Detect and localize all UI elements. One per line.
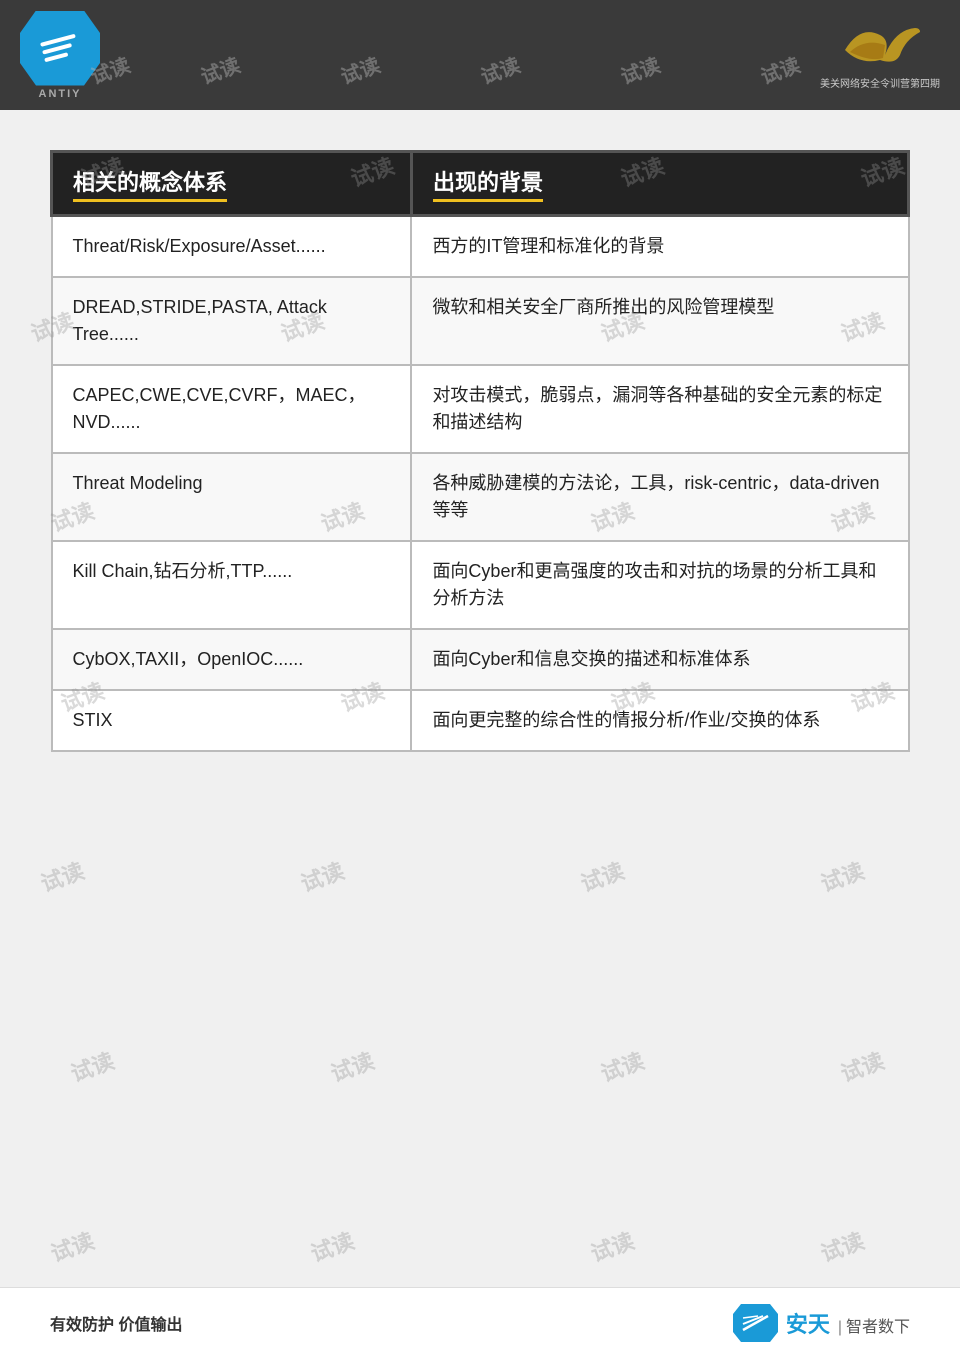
wm-b18: 试读 — [296, 853, 348, 898]
header-logo: ANTIY — [20, 11, 100, 100]
wm-b21: 试读 — [66, 1043, 118, 1088]
wm-b17: 试读 — [36, 853, 88, 898]
footer-right: 安天 | 智者数下 — [733, 1304, 910, 1342]
table-cell-left: DREAD,STRIDE,PASTA, Attack Tree...... — [52, 277, 412, 365]
table-cell-left: Kill Chain,钻石分析,TTP...... — [52, 541, 412, 629]
table-row: Threat/Risk/Exposure/Asset...... 西方的IT管理… — [52, 216, 909, 278]
wm-b22: 试读 — [326, 1043, 378, 1088]
footer-slogan: 智者数下 — [846, 1313, 910, 1337]
wm-b27: 试读 — [586, 1223, 638, 1268]
wm-b23: 试读 — [596, 1043, 648, 1088]
table-row: STIX 面向更完整的综合性的情报分析/作业/交换的体系 — [52, 690, 909, 751]
footer-logo-icon — [733, 1304, 778, 1342]
logo-label: ANTIY — [39, 88, 82, 100]
col-header-left: 相关的概念体系 — [52, 152, 412, 216]
table-cell-left: STIX — [52, 690, 412, 751]
wm-b25: 试读 — [46, 1223, 98, 1268]
col-header-right-text: 出现的背景 — [433, 165, 543, 202]
table-cell-right: 西方的IT管理和标准化的背景 — [411, 216, 908, 278]
header-brand-icon — [835, 20, 925, 75]
table-cell-right: 各种威胁建模的方法论，工具，risk-centric，data-driven等等 — [411, 453, 908, 541]
table-cell-right: 面向Cyber和更高强度的攻击和对抗的场景的分析工具和分析方法 — [411, 541, 908, 629]
footer-separator: | — [838, 1319, 842, 1337]
wm-b28: 试读 — [816, 1223, 868, 1268]
table-cell-left: CAPEC,CWE,CVE,CVRF，MAEC，NVD...... — [52, 365, 412, 453]
table-row: CybOX,TAXII，OpenIOC...... 面向Cyber和信息交换的描… — [52, 629, 909, 690]
footer-left-text: 有效防护 价值输出 — [50, 1311, 182, 1335]
main-table: 相关的概念体系 出现的背景 Threat/Risk/Exposure/Asset… — [50, 150, 910, 752]
wm-b19: 试读 — [576, 853, 628, 898]
table-cell-right: 面向更完整的综合性的情报分析/作业/交换的体系 — [411, 690, 908, 751]
header-right-text: 美关网络安全令训营第四期 — [820, 75, 940, 90]
table-row: DREAD,STRIDE,PASTA, Attack Tree...... 微软… — [52, 277, 909, 365]
wm-b20: 试读 — [816, 853, 868, 898]
header: ANTIY 美关网络安全令训营第四期 — [0, 0, 960, 110]
table-row: CAPEC,CWE,CVE,CVRF，MAEC，NVD...... 对攻击模式，… — [52, 365, 909, 453]
main-content: 相关的概念体系 出现的背景 Threat/Risk/Exposure/Asset… — [0, 110, 960, 782]
table-header-row: 相关的概念体系 出现的背景 — [52, 152, 909, 216]
footer: 有效防护 价值输出 安天 | 智者数下 — [0, 1287, 960, 1357]
wm-b24: 试读 — [836, 1043, 888, 1088]
table-cell-right: 微软和相关安全厂商所推出的风险管理模型 — [411, 277, 908, 365]
table-cell-right: 面向Cyber和信息交换的描述和标准体系 — [411, 629, 908, 690]
wm-b26: 试读 — [306, 1223, 358, 1268]
footer-brand: 安天 — [786, 1307, 830, 1339]
table-row: Kill Chain,钻石分析,TTP...... 面向Cyber和更高强度的攻… — [52, 541, 909, 629]
table-cell-left: CybOX,TAXII，OpenIOC...... — [52, 629, 412, 690]
header-right: 美关网络安全令训营第四期 — [820, 20, 940, 90]
col-header-left-text: 相关的概念体系 — [73, 165, 227, 202]
table-cell-left: Threat Modeling — [52, 453, 412, 541]
col-header-right: 出现的背景 — [411, 152, 908, 216]
table-cell-left: Threat/Risk/Exposure/Asset...... — [52, 216, 412, 278]
table-row: Threat Modeling 各种威胁建模的方法论，工具，risk-centr… — [52, 453, 909, 541]
table-cell-right: 对攻击模式，脆弱点，漏洞等各种基础的安全元素的标定和描述结构 — [411, 365, 908, 453]
